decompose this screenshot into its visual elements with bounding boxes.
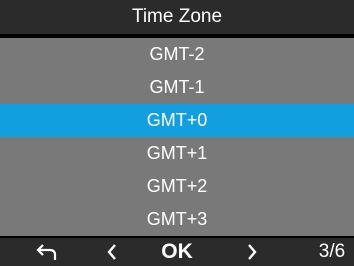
list-item-label: GMT+2 — [146, 176, 208, 196]
page-indicator: 3/6 — [312, 238, 352, 266]
page-indicator-label: 3/6 — [318, 241, 346, 262]
header-bar: Time Zone — [0, 0, 354, 34]
previous-button[interactable] — [100, 238, 124, 266]
next-button[interactable] — [240, 238, 264, 266]
ok-label: OK — [161, 240, 193, 263]
list-item-label: GMT+3 — [146, 209, 208, 229]
list-item-gmt-plus-3[interactable]: GMT+3 — [0, 203, 354, 236]
list-item-label: GMT+0 — [146, 110, 208, 130]
list-item-label: GMT-2 — [149, 44, 205, 64]
list-item-label: GMT-1 — [149, 77, 205, 97]
list-item-gmt-minus-1[interactable]: GMT-1 — [0, 71, 354, 104]
return-arrow-icon — [35, 243, 57, 261]
chevron-right-icon — [246, 243, 258, 261]
chevron-left-icon — [106, 243, 118, 261]
list-item-gmt-plus-2[interactable]: GMT+2 — [0, 170, 354, 203]
time-zone-screen: Time Zone GMT-2 GMT-1 GMT+0 GMT+1 GMT+2 … — [0, 0, 354, 266]
list-item-gmt-plus-0-selected[interactable]: GMT+0 — [0, 104, 354, 137]
footer-bar: OK 3/6 — [0, 238, 354, 266]
back-button[interactable] — [28, 238, 64, 266]
list-item-gmt-minus-2[interactable]: GMT-2 — [0, 38, 354, 71]
time-zone-list: GMT-2 GMT-1 GMT+0 GMT+1 GMT+2 GMT+3 — [0, 38, 354, 236]
list-item-gmt-plus-1[interactable]: GMT+1 — [0, 137, 354, 170]
ok-button[interactable]: OK — [150, 238, 204, 266]
page-title: Time Zone — [131, 6, 223, 27]
list-item-label: GMT+1 — [146, 143, 208, 163]
